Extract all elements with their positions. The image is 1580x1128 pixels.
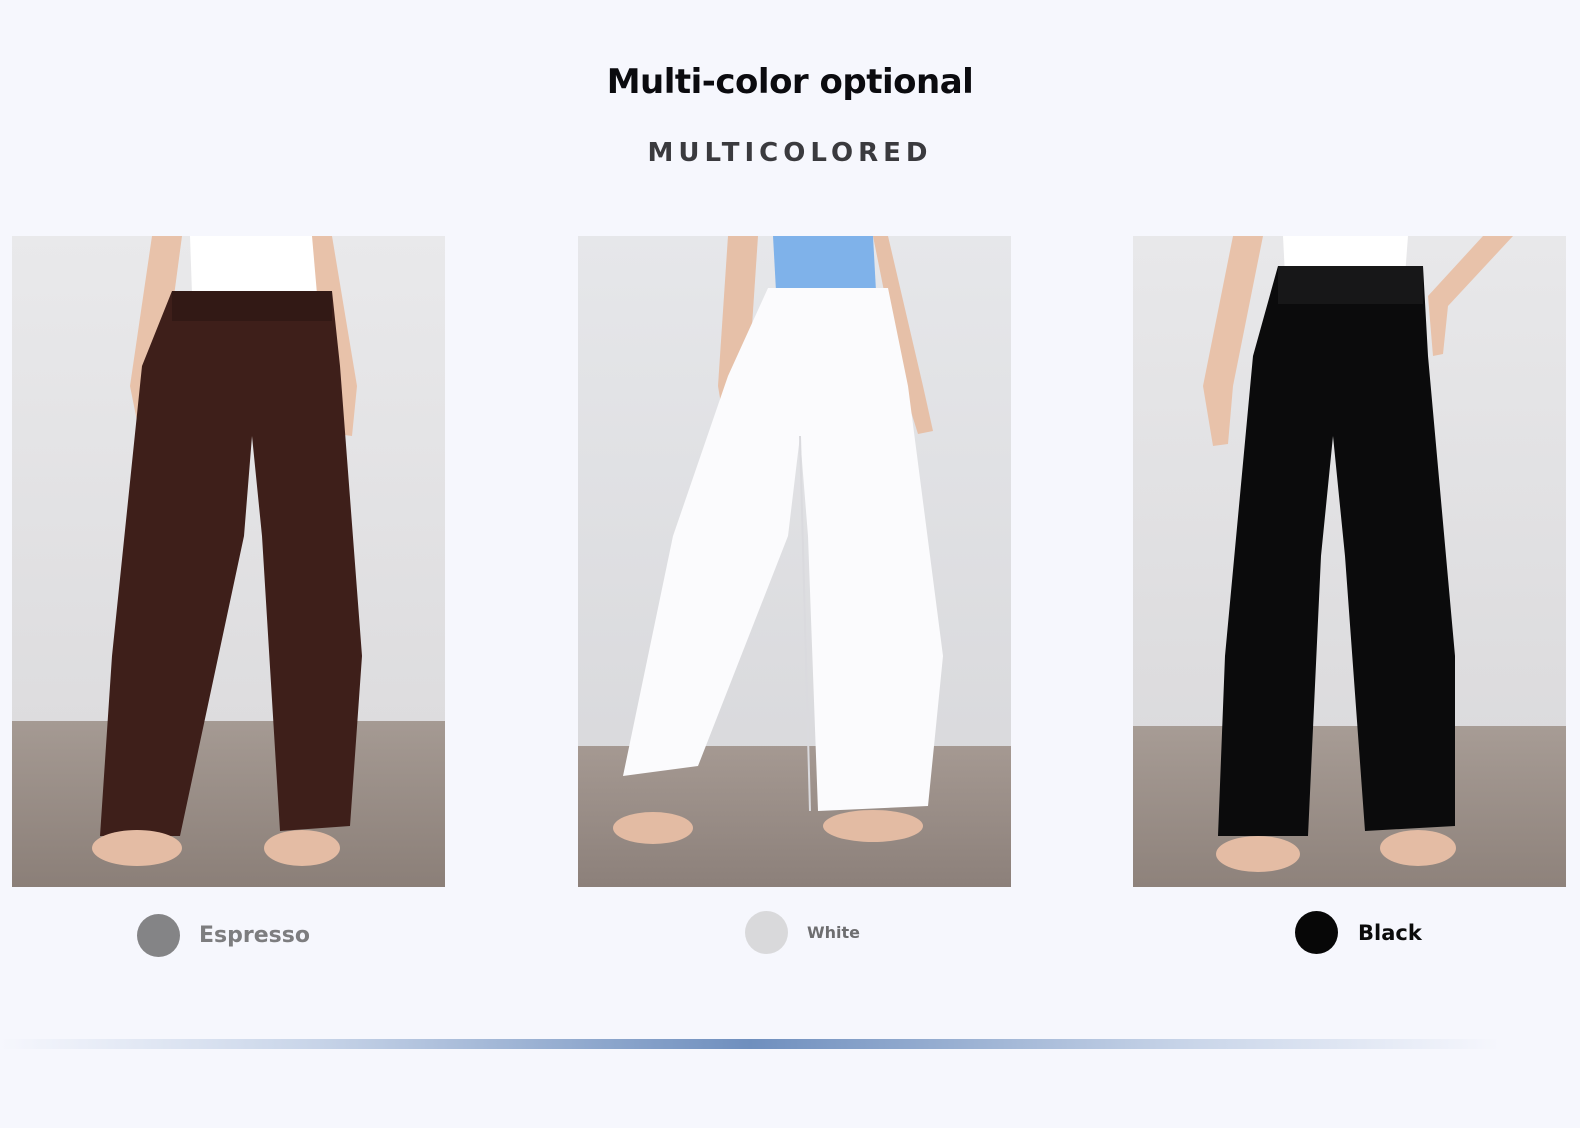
color-swatch-espresso[interactable] — [137, 914, 180, 957]
product-photo-white[interactable] — [578, 236, 1011, 887]
color-label-black: Black — [1358, 920, 1422, 945]
color-option-black[interactable]: Black — [1295, 911, 1422, 954]
color-label-espresso: Espresso — [199, 923, 310, 948]
product-photo-black[interactable] — [1133, 236, 1566, 887]
color-swatch-white[interactable] — [745, 911, 788, 954]
product-photo-espresso[interactable] — [12, 236, 445, 887]
section-subtitle: MULTICOLORED — [647, 138, 933, 168]
section-title: Multi-color optional — [606, 62, 974, 102]
color-option-white[interactable]: White — [745, 911, 860, 954]
color-option-espresso[interactable]: Espresso — [137, 914, 310, 957]
top-shirt — [190, 236, 317, 294]
color-swatch-black[interactable] — [1295, 911, 1338, 954]
color-label-white: White — [807, 923, 861, 942]
top-shirt — [773, 236, 876, 291]
decorative-divider-bar — [0, 1039, 1500, 1049]
